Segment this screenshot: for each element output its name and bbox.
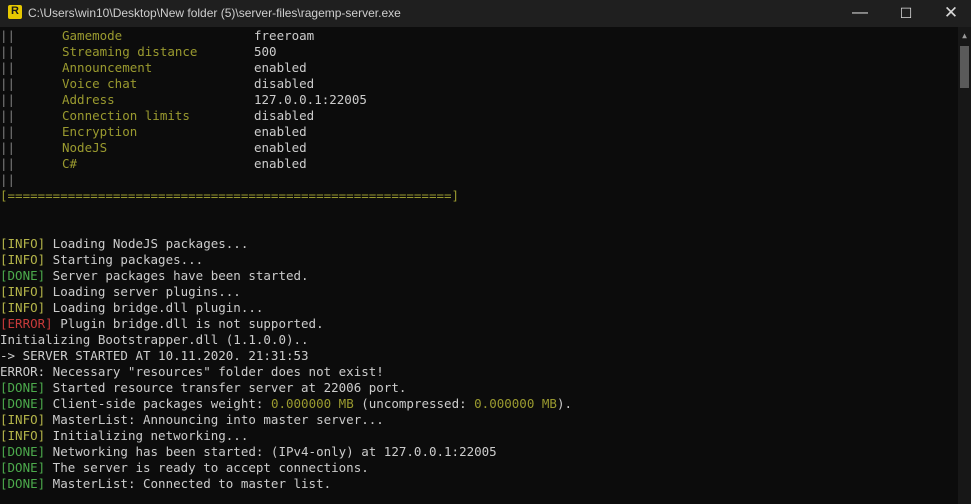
- console-output[interactable]: || Gamemode freeroam || Streaming distance 50…: [0, 27, 958, 504]
- log-message: Loading server plugins...: [45, 284, 241, 299]
- config-value: disabled: [254, 108, 315, 123]
- log-message: Server packages have been started.: [45, 268, 309, 283]
- config-border: ||: [0, 44, 16, 59]
- scroll-thumb[interactable]: [960, 46, 969, 88]
- window-title: C:\Users\win10\Desktop\New folder (5)\se…: [28, 6, 401, 20]
- config-value: freeroam: [254, 28, 315, 43]
- ragemp-icon: [8, 5, 22, 19]
- log-tag-done: [DONE]: [0, 460, 46, 475]
- config-value: enabled: [254, 140, 307, 155]
- config-key: Encryption: [62, 124, 138, 139]
- log-tag-info: [INFO]: [0, 412, 46, 427]
- log-message: Loading bridge.dll plugin...: [45, 300, 264, 315]
- log-message: Starting packages...: [45, 252, 204, 267]
- log-number: 0.000000 MB: [474, 396, 557, 411]
- close-button[interactable]: ✕: [928, 0, 971, 27]
- config-border: ||: [0, 156, 16, 171]
- log-message: MasterList: Connected to master list.: [45, 476, 332, 491]
- config-separator: [=======================================…: [0, 188, 460, 203]
- log-message: -> SERVER STARTED AT 10.11.2020. 21:31:5…: [0, 348, 309, 363]
- log-line: [DONE] Client-side packages weight: 0.00…: [0, 396, 572, 412]
- log-line: [INFO] Loading bridge.dll plugin...: [0, 300, 263, 316]
- log-tag-info: [INFO]: [0, 252, 46, 267]
- config-key: Address: [62, 92, 115, 107]
- title-bar: C:\Users\win10\Desktop\New folder (5)\se…: [0, 0, 971, 27]
- log-message: ).: [556, 396, 573, 411]
- scroll-up-arrow-icon[interactable]: ▲: [958, 27, 971, 44]
- log-tag-done: [DONE]: [0, 476, 46, 491]
- config-value: 127.0.0.1:22005: [254, 92, 367, 107]
- log-message: Initializing Bootstrapper.dll (1.1.0.0).…: [0, 332, 309, 347]
- log-message: Initializing networking...: [45, 428, 249, 443]
- maximize-button[interactable]: ☐: [883, 0, 929, 27]
- log-line: [INFO] MasterList: Announcing into maste…: [0, 412, 384, 428]
- config-border: ||: [0, 92, 16, 107]
- log-message: MasterList: Announcing into master serve…: [45, 412, 384, 427]
- config-key: Announcement: [62, 60, 153, 75]
- log-tag-info: [INFO]: [0, 300, 46, 315]
- log-message: Loading NodeJS packages...: [45, 236, 249, 251]
- config-border: ||: [0, 140, 16, 155]
- config-key: Voice chat: [62, 76, 138, 91]
- log-tag-info: [INFO]: [0, 428, 46, 443]
- log-message: Networking has been started: (IPv4-only)…: [45, 444, 497, 459]
- log-line: [DONE] Started resource transfer server …: [0, 380, 406, 396]
- log-line: Initializing Bootstrapper.dll (1.1.0.0).…: [0, 332, 309, 348]
- config-value: 500: [254, 44, 277, 59]
- log-message: The server is ready to accept connection…: [45, 460, 369, 475]
- config-key: Streaming distance: [62, 44, 198, 59]
- config-value: disabled: [254, 76, 315, 91]
- log-message: Started resource transfer server at 2200…: [45, 380, 407, 395]
- log-line: [INFO] Starting packages...: [0, 252, 203, 268]
- config-key: C#: [62, 156, 78, 171]
- config-border: ||: [0, 124, 16, 139]
- config-border: ||: [0, 28, 16, 43]
- log-tag-error: [ERROR]: [0, 316, 53, 331]
- log-line: [ERROR] Plugin bridge.dll is not support…: [0, 316, 324, 332]
- log-number: 0.000000 MB: [270, 396, 354, 411]
- log-line: [DONE] Server packages have been started…: [0, 268, 309, 284]
- config-key: Connection limits: [62, 108, 190, 123]
- log-message: Plugin bridge.dll is not supported.: [52, 316, 324, 331]
- log-message: Client-side packages weight:: [45, 396, 271, 411]
- log-line: [INFO] Loading server plugins...: [0, 284, 241, 300]
- config-key: NodeJS: [62, 140, 108, 155]
- log-message: (uncompressed:: [353, 396, 475, 411]
- log-tag-done: [DONE]: [0, 268, 46, 283]
- config-value: enabled: [254, 60, 307, 75]
- log-line: [INFO] Initializing networking...: [0, 428, 248, 444]
- log-tag-info: [INFO]: [0, 236, 46, 251]
- log-line: -> SERVER STARTED AT 10.11.2020. 21:31:5…: [0, 348, 309, 364]
- config-key: Gamemode: [62, 28, 123, 43]
- log-message: ERROR: Necessary "resources" folder does…: [0, 364, 384, 379]
- log-line: [INFO] Loading NodeJS packages...: [0, 236, 248, 252]
- log-line: ERROR: Necessary "resources" folder does…: [0, 364, 384, 380]
- config-border: ||: [0, 60, 16, 75]
- log-tag-done: [DONE]: [0, 444, 46, 459]
- config-border: ||: [0, 108, 16, 123]
- log-tag-done: [DONE]: [0, 396, 46, 411]
- log-line: [DONE] The server is ready to accept con…: [0, 460, 369, 476]
- config-value: enabled: [254, 156, 307, 171]
- log-line: [DONE] MasterList: Connected to master l…: [0, 476, 331, 492]
- config-value: enabled: [254, 124, 307, 139]
- config-border: ||: [0, 172, 16, 187]
- config-border: ||: [0, 76, 16, 91]
- log-tag-info: [INFO]: [0, 284, 46, 299]
- scrollbar[interactable]: ▲: [958, 27, 971, 504]
- log-line: [DONE] Networking has been started: (IPv…: [0, 444, 497, 460]
- log-tag-done: [DONE]: [0, 380, 46, 395]
- minimize-button[interactable]: —: [837, 0, 883, 27]
